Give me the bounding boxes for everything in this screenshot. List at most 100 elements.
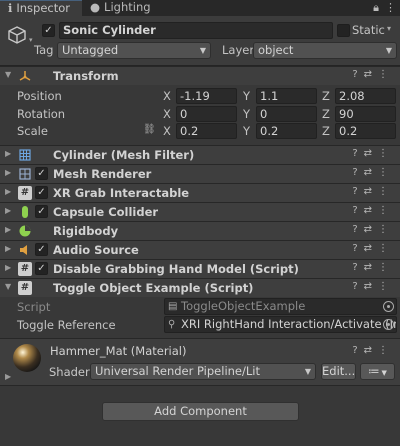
chevron-down-icon: ▼: [385, 46, 392, 55]
script-label: Script: [17, 300, 51, 314]
component-tools[interactable]: ?⇄⋮: [352, 262, 394, 273]
component-name: Toggle Object Example (Script): [53, 281, 254, 295]
component-tools[interactable]: ?⇄⋮: [352, 205, 394, 216]
component-mesh-filter[interactable]: ▶ Cylinder (Mesh Filter) ?⇄⋮: [0, 145, 400, 164]
tab-inspector[interactable]: ℹ Inspector: [0, 0, 82, 16]
component-tools[interactable]: ?⇄⋮: [352, 167, 394, 178]
position-x-field[interactable]: -1.19: [176, 88, 237, 104]
fold-open-icon[interactable]: ▼: [5, 70, 11, 79]
component-tools[interactable]: ?⇄⋮: [352, 243, 394, 254]
active-checkbox[interactable]: ✓: [42, 24, 55, 37]
axis-x-label: X: [163, 89, 171, 103]
axis-y-label: Y: [243, 124, 251, 138]
static-checkbox[interactable]: [337, 24, 350, 37]
chevron-down-icon: ▼: [199, 46, 206, 55]
position-y-field[interactable]: 1.1: [256, 88, 317, 104]
link-icon[interactable]: ⛓: [143, 124, 156, 135]
name-field[interactable]: Sonic Cylinder: [59, 22, 333, 39]
enabled-checkbox[interactable]: ✓: [35, 167, 48, 180]
fold-closed-icon[interactable]: ▶: [5, 149, 11, 158]
component-rigidbody[interactable]: ▶ Rigidbody ?⇄⋮: [0, 221, 400, 240]
tab-lighting-label: Lighting: [104, 0, 151, 14]
axis-x-label: X: [163, 124, 171, 138]
fold-closed-icon[interactable]: ▶: [5, 225, 11, 234]
script-icon: #: [18, 262, 32, 276]
edit-shader-button[interactable]: Edit...: [321, 363, 356, 380]
cube-icon: [8, 26, 26, 44]
scale-z-field[interactable]: 0.2: [335, 123, 396, 139]
scale-y-field[interactable]: 0.2: [256, 123, 317, 139]
enabled-checkbox[interactable]: ✓: [35, 205, 48, 218]
component-tools[interactable]: ?⇄⋮: [352, 345, 394, 356]
component-disable-grabbing-hand-model[interactable]: ▶ # ✓ Disable Grabbing Hand Model (Scrip…: [0, 259, 400, 278]
layer-label: Layer: [222, 43, 255, 57]
toggle-reference-value: XRI RightHand Interaction/Activate (Inpu…: [181, 317, 397, 331]
fold-closed-icon[interactable]: ▶: [5, 263, 11, 272]
fold-closed-icon[interactable]: ▶: [5, 244, 11, 253]
component-transform[interactable]: ▼ Transform ?⇄⋮: [0, 66, 400, 85]
component-name: Transform: [53, 69, 119, 83]
bulb-icon: ●: [90, 0, 101, 14]
enabled-checkbox[interactable]: ✓: [35, 262, 48, 275]
component-xr-grab-interactable[interactable]: ▶ # ✓ XR Grab Interactable ?⇄⋮: [0, 183, 400, 202]
component-capsule-collider[interactable]: ▶ ✓ Capsule Collider ?⇄⋮: [0, 202, 400, 221]
tag-label: Tag: [34, 43, 54, 57]
rotation-label: Rotation: [17, 107, 66, 121]
icon-dropdown-icon[interactable]: ▾: [29, 36, 33, 44]
scale-x-field[interactable]: 0.2: [176, 123, 237, 139]
component-audio-source[interactable]: ▶ ✓ Audio Source ?⇄⋮: [0, 240, 400, 259]
rotation-z-field[interactable]: 90: [335, 106, 396, 122]
component-name: Cylinder (Mesh Filter): [53, 148, 195, 162]
toggle-reference-field[interactable]: ⚲ XRI RightHand Interaction/Activate (Inp…: [164, 316, 397, 333]
component-mesh-renderer[interactable]: ▶ ✓ Mesh Renderer ?⇄⋮: [0, 164, 400, 183]
tab-options[interactable]: 🔒︎ ⋮: [373, 1, 396, 15]
axis-y-label: Y: [243, 107, 251, 121]
fold-closed-icon[interactable]: ▶: [5, 168, 11, 177]
chevron-down-icon: ▼: [304, 367, 311, 376]
shader-label: Shader: [49, 365, 90, 379]
enabled-checkbox[interactable]: ✓: [35, 243, 48, 256]
scale-label: Scale: [17, 124, 48, 138]
component-name: Mesh Renderer: [53, 167, 152, 181]
axis-z-label: Z: [322, 107, 330, 121]
position-label: Position: [17, 89, 62, 103]
static-label: Static: [352, 23, 385, 37]
fold-closed-icon[interactable]: ▶: [5, 206, 11, 215]
component-tools[interactable]: ?⇄⋮: [352, 281, 394, 292]
more-icon[interactable]: ⋮: [385, 1, 396, 14]
component-tools[interactable]: ?⇄⋮: [352, 186, 394, 197]
static-dropdown-icon[interactable]: ▾: [387, 24, 391, 33]
shader-dropdown[interactable]: Universal Render Pipeline/Lit ▼: [90, 363, 316, 380]
toggle-reference-label: Toggle Reference: [17, 318, 116, 332]
component-tools[interactable]: ?⇄⋮: [352, 224, 394, 235]
transform-icon: [19, 71, 31, 81]
component-toggle-object-example[interactable]: ▼ # Toggle Object Example (Script) ?⇄⋮: [0, 278, 400, 297]
component-tools[interactable]: ?⇄⋮: [352, 148, 394, 159]
component-tools[interactable]: ?⇄⋮: [352, 69, 394, 80]
rotation-y-field[interactable]: 0: [256, 106, 317, 122]
material-preview-icon: [13, 344, 41, 372]
capsule-icon: [22, 206, 28, 218]
object-picker-icon[interactable]: [383, 319, 394, 330]
lock-icon[interactable]: 🔒︎: [373, 1, 379, 14]
enabled-checkbox[interactable]: ✓: [35, 186, 48, 199]
tag-dropdown[interactable]: Untagged ▼: [57, 42, 211, 59]
shader-value: Universal Render Pipeline/Lit: [95, 364, 260, 378]
speaker-icon: [20, 245, 27, 255]
object-picker-icon: [383, 301, 394, 312]
axis-z-label: Z: [322, 124, 330, 138]
tab-inspector-label: Inspector: [16, 1, 71, 15]
fold-closed-icon[interactable]: ▶: [5, 187, 11, 196]
shader-options-button[interactable]: ≔ ▼: [360, 363, 395, 380]
fold-open-icon[interactable]: ▼: [5, 282, 11, 291]
layer-value: object: [258, 43, 294, 57]
rotation-x-field[interactable]: 0: [176, 106, 237, 122]
layer-dropdown[interactable]: object ▼: [253, 42, 397, 59]
position-z-field[interactable]: 2.08: [335, 88, 396, 104]
component-name: Rigidbody: [53, 224, 119, 238]
rigidbody-icon: [19, 225, 31, 237]
fold-closed-icon[interactable]: ▶: [5, 372, 11, 381]
material-name: Hammer_Mat (Material): [50, 344, 187, 358]
tab-lighting[interactable]: ● Lighting: [82, 0, 164, 16]
add-component-button[interactable]: Add Component: [102, 402, 299, 421]
